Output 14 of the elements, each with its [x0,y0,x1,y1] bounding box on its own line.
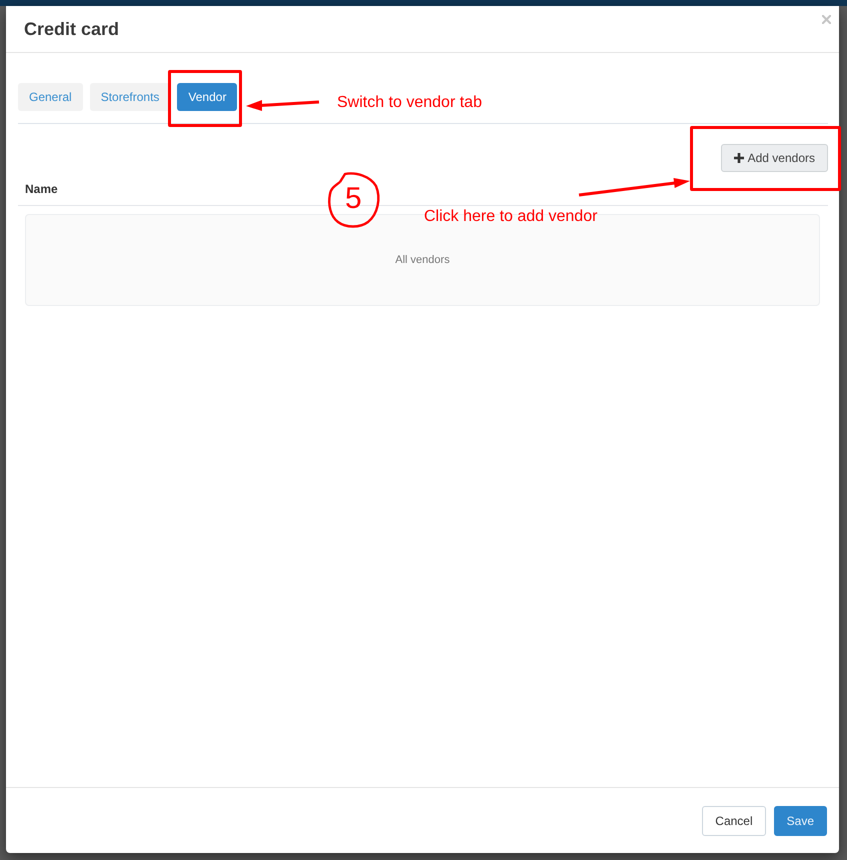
annotation-note: Switch to vendor tab [337,94,482,112]
tab[interactable]: Storefronts [90,83,170,111]
annotation-note: Click here to add vendor [424,208,598,226]
tab[interactable]: Vendor [177,83,238,111]
step-number: 5 [345,184,362,214]
tab[interactable]: General [18,83,83,111]
dialog-title: Credit card [24,18,120,40]
save-button[interactable]: Save [774,806,827,836]
empty-list-message: All vendors [395,254,450,266]
cancel-button[interactable]: Cancel [702,806,766,836]
close-icon[interactable] [822,15,831,24]
add-vendors-button[interactable]: Add vendors [720,144,828,172]
column-header: Name [25,182,58,196]
plus-icon [734,153,744,163]
